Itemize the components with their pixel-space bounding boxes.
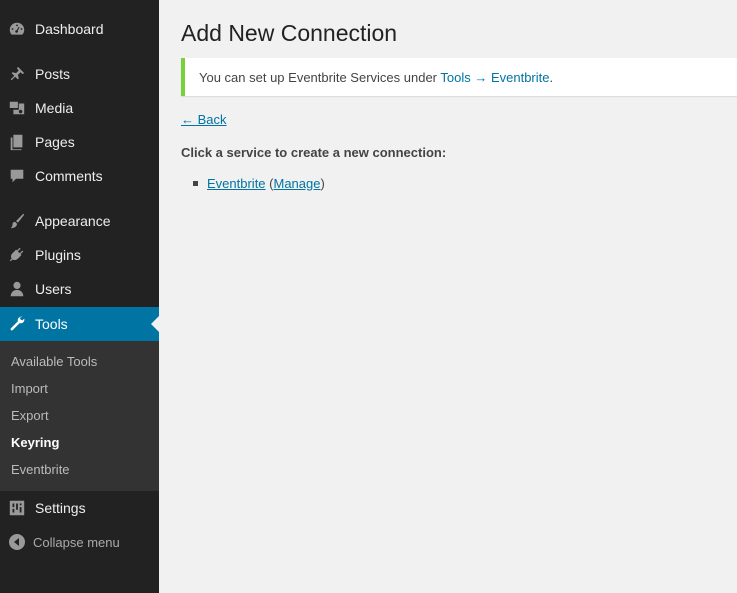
page-title: Add New Connection: [181, 20, 398, 46]
service-list-item: Eventbrite (Manage): [193, 176, 325, 191]
notice-prefix: You can set up Eventbrite Services under: [199, 69, 441, 85]
info-notice: You can set up Eventbrite Services under…: [181, 58, 737, 96]
sidebar-item-users[interactable]: Users: [0, 272, 159, 306]
eventbrite-service-link[interactable]: Eventbrite: [207, 176, 266, 191]
sidebar-item-media[interactable]: Media: [0, 91, 159, 125]
submenu-item-keyring[interactable]: Keyring: [11, 435, 59, 450]
paren-close: ): [320, 176, 325, 191]
submenu-item-available-tools[interactable]: Available Tools: [11, 354, 97, 369]
submenu-item-eventbrite[interactable]: Eventbrite: [11, 462, 70, 477]
sidebar-item-appearance[interactable]: Appearance: [0, 204, 159, 238]
back-link[interactable]: ← Back: [181, 112, 227, 127]
tools-submenu: Available Tools Import Export Keyring Ev…: [0, 341, 159, 491]
submenu-item-export[interactable]: Export: [11, 408, 49, 423]
sidebar-item-tools[interactable]: Tools: [0, 307, 159, 341]
admin-sidebar: Dashboard Posts Media Pages Comments App…: [0, 0, 159, 593]
sidebar-item-label: Media: [35, 100, 74, 116]
brush-icon: [7, 211, 27, 231]
sidebar-item-label: Posts: [35, 66, 71, 82]
wrench-icon: [7, 314, 27, 334]
notice-suffix: .: [549, 69, 554, 85]
collapse-arrow-icon: [9, 534, 25, 550]
sidebar-item-label: Comments: [35, 168, 103, 184]
sidebar-item-plugins[interactable]: Plugins: [0, 238, 159, 272]
sidebar-item-label: Appearance: [35, 213, 111, 229]
plugin-icon: [7, 245, 27, 265]
collapse-menu-label: Collapse menu: [33, 534, 120, 550]
instruction-text: Click a service to create a new connecti…: [181, 145, 447, 160]
sidebar-item-settings[interactable]: Settings: [0, 491, 159, 525]
submenu-item-import[interactable]: Import: [11, 381, 48, 396]
user-icon: [7, 279, 27, 299]
dashboard-icon: [7, 19, 27, 39]
current-menu-arrow: [151, 316, 159, 332]
sidebar-item-label: Tools: [35, 316, 68, 332]
sidebar-item-dashboard[interactable]: Dashboard: [0, 12, 159, 46]
pin-icon: [7, 64, 27, 84]
manage-link[interactable]: Manage: [274, 176, 321, 191]
sidebar-item-label: Users: [35, 281, 72, 297]
sidebar-item-label: Settings: [35, 500, 86, 516]
sidebar-item-posts[interactable]: Posts: [0, 57, 159, 91]
main-content: Add New Connection You can set up Eventb…: [159, 0, 737, 593]
pages-icon: [7, 132, 27, 152]
sidebar-item-label: Dashboard: [35, 21, 104, 37]
comment-icon: [7, 166, 27, 186]
sidebar-item-label: Pages: [35, 134, 75, 150]
sidebar-item-pages[interactable]: Pages: [0, 125, 159, 159]
notice-text: You can set up Eventbrite Services under…: [199, 70, 553, 85]
bullet: [193, 181, 198, 186]
collapse-menu-button[interactable]: Collapse menu: [0, 530, 159, 554]
settings-icon: [7, 498, 27, 518]
notice-tools-link[interactable]: Tools → Eventbrite: [440, 70, 549, 85]
paren-open: (: [265, 176, 274, 191]
sidebar-item-comments[interactable]: Comments: [0, 159, 159, 193]
sidebar-item-label: Plugins: [35, 247, 81, 263]
media-icon: [7, 98, 27, 118]
